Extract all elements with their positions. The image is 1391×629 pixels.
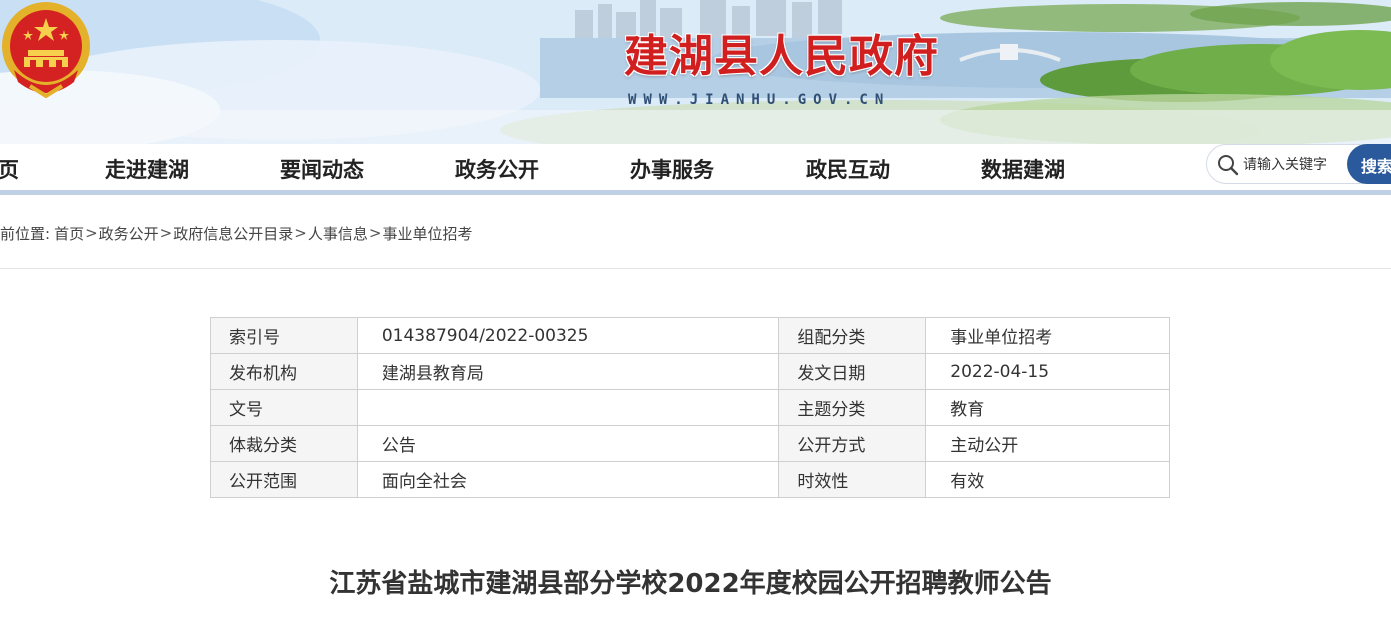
- table-row: 发布机构 建湖县教育局 发文日期 2022-04-15: [210, 353, 1170, 390]
- breadcrumb-separator: >: [368, 224, 382, 242]
- meta-value: 教育: [925, 389, 1170, 426]
- table-row: 体裁分类 公告 公开方式 主动公开: [210, 425, 1170, 462]
- nav-item-home[interactable]: 页: [0, 154, 19, 184]
- table-row: 文号 主题分类 教育: [210, 389, 1170, 426]
- breadcrumb-item-government-affairs[interactable]: 政务公开: [99, 223, 159, 244]
- content-divider: [0, 268, 1391, 269]
- table-row: 索引号 014387904/2022-00325 组配分类 事业单位招考: [210, 317, 1170, 354]
- meta-label: 索引号: [210, 317, 358, 354]
- nav-item-interaction[interactable]: 政民互动: [806, 154, 890, 184]
- meta-label: 发布机构: [210, 353, 358, 390]
- meta-value: 事业单位招考: [925, 317, 1170, 354]
- breadcrumb-item-home[interactable]: 首页: [54, 223, 84, 244]
- meta-label: 时效性: [778, 461, 927, 498]
- breadcrumb-separator: >: [159, 224, 173, 242]
- breadcrumb-separator: >: [85, 224, 98, 242]
- breadcrumb-prefix: 前位置:: [0, 224, 51, 243]
- nav-divider-bar: [0, 190, 1391, 195]
- breadcrumb-item-personnel-info[interactable]: 人事信息: [308, 223, 368, 244]
- meta-value: 建湖县教育局: [356, 353, 780, 390]
- breadcrumb-item-disclosure-catalog[interactable]: 政府信息公开目录: [173, 223, 293, 244]
- meta-value: 主动公开: [925, 425, 1170, 462]
- national-emblem-logo: [2, 2, 90, 98]
- nav-item-about-jianhu[interactable]: 走进建湖: [105, 154, 189, 184]
- header-banner: 建湖县人民政府 WWW.JIANHU.GOV.CN: [0, 0, 1391, 144]
- nav-item-services[interactable]: 办事服务: [630, 154, 714, 184]
- nav-item-news[interactable]: 要闻动态: [280, 154, 364, 184]
- table-row: 公开范围 面向全社会 时效性 有效: [210, 461, 1170, 498]
- search-button[interactable]: 搜索: [1347, 144, 1391, 184]
- main-nav: 页 走进建湖 要闻动态 政务公开 办事服务 政民互动 数据建湖: [0, 144, 1391, 190]
- breadcrumb: 前位置: 首页 > 政务公开 > 政府信息公开目录 > 人事信息 > 事业单位招…: [0, 222, 472, 244]
- meta-label: 发文日期: [778, 353, 927, 390]
- nav-item-data[interactable]: 数据建湖: [981, 154, 1065, 184]
- nav-item-government-affairs[interactable]: 政务公开: [455, 154, 539, 184]
- article-title-text: 江苏省盐城市建湖县部分学校2022年度校园公开招聘教师公告: [329, 569, 1052, 599]
- meta-label: 主题分类: [778, 389, 927, 426]
- article-title: 江苏省盐城市建湖县部分学校2022年度校园公开招聘教师公告: [0, 563, 1391, 600]
- meta-label: 公开范围: [210, 461, 358, 498]
- search-input[interactable]: [1243, 154, 1351, 176]
- meta-label: 体裁分类: [210, 425, 358, 462]
- breadcrumb-separator: >: [294, 224, 307, 242]
- meta-value: 面向全社会: [356, 461, 780, 498]
- meta-value: 014387904/2022-00325: [356, 317, 780, 354]
- meta-value: 公告: [356, 425, 780, 462]
- meta-label: 组配分类: [778, 317, 927, 354]
- document-meta-table: 索引号 014387904/2022-00325 组配分类 事业单位招考 发布机…: [210, 317, 1170, 498]
- breadcrumb-item-recruitment[interactable]: 事业单位招考: [382, 223, 472, 244]
- meta-value: [356, 389, 780, 426]
- meta-value: 有效: [925, 461, 1170, 498]
- meta-label: 公开方式: [778, 425, 927, 462]
- site-url: WWW.JIANHU.GOV.CN: [628, 92, 891, 108]
- site-title: 建湖县人民政府: [624, 31, 939, 82]
- meta-label: 文号: [210, 389, 358, 426]
- meta-value: 2022-04-15: [925, 353, 1170, 390]
- search-icon: [1218, 155, 1239, 176]
